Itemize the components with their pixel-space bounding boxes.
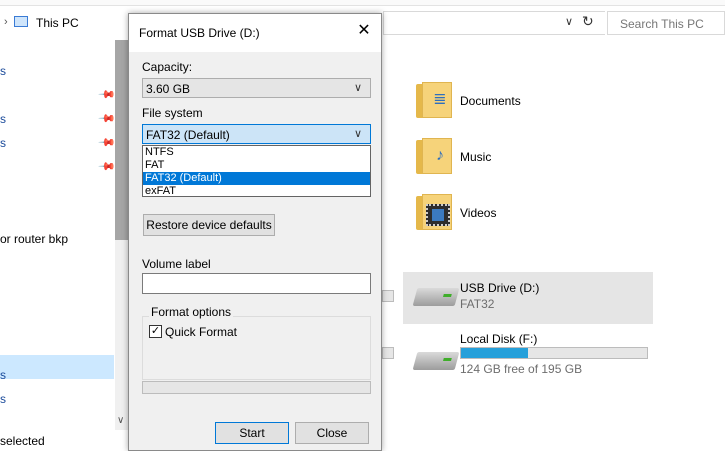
option-fat32[interactable]: FAT32 (Default)	[143, 172, 370, 185]
film-icon	[426, 204, 450, 226]
quick-format-checkbox[interactable]: ✓	[149, 325, 162, 338]
refresh-icon[interactable]: ↻	[582, 13, 594, 30]
chevron-down-icon: ∨	[354, 128, 363, 140]
screen: › This PC ∨ ↻ Search This PC s 📌 s 📌 s 📌…	[0, 0, 725, 451]
capacity-select[interactable]: 3.60 GB ∨	[142, 78, 371, 98]
quick-format-label[interactable]: Quick Format	[165, 325, 237, 339]
folder-label-videos[interactable]: Videos	[460, 206, 496, 220]
folder-label-documents[interactable]: Documents	[460, 94, 521, 108]
scroll-down-icon[interactable]: ∨	[117, 415, 124, 426]
nav-item-fragment[interactable]: s	[0, 112, 6, 126]
restore-defaults-button[interactable]: Restore device defaults	[143, 214, 275, 236]
pin-icon[interactable]: 📌	[97, 157, 116, 176]
pin-icon[interactable]: 📌	[97, 133, 116, 152]
chevron-down-icon[interactable]: ∨	[565, 15, 573, 28]
drive-title: USB Drive (D:)	[460, 281, 540, 295]
search-input[interactable]: Search This PC	[607, 11, 725, 35]
ribbon-strip	[0, 0, 725, 6]
nav-item-fragment[interactable]: s	[0, 136, 6, 150]
nav-item-fragment[interactable]: s	[0, 64, 6, 78]
capacity-value: 3.60 GB	[146, 82, 191, 96]
filesystem-select[interactable]: FAT32 (Default) ∨	[142, 124, 371, 144]
computer-icon	[14, 16, 28, 27]
drive-filesystem: FAT32	[460, 297, 495, 311]
nav-item-fragment[interactable]: s	[0, 368, 6, 382]
start-button[interactable]: Start	[215, 422, 289, 444]
dialog-title: Format USB Drive (D:)	[139, 26, 260, 40]
nav-item-fragment[interactable]: s	[0, 392, 6, 406]
format-dialog: Format USB Drive (D:) ✕ Capacity: 3.60 G…	[128, 13, 382, 451]
volume-label-input[interactable]	[142, 273, 371, 294]
option-exfat[interactable]: exFAT	[143, 185, 370, 198]
documents-folder-icon[interactable]: ≣	[414, 80, 454, 120]
volume-label-label: Volume label	[142, 257, 211, 271]
folder-label-music[interactable]: Music	[460, 150, 491, 164]
nav-item-selected[interactable]	[0, 355, 114, 379]
document-icon: ≣	[433, 91, 447, 108]
status-bar-text: selected	[0, 434, 45, 448]
music-folder-icon[interactable]: ♪	[414, 136, 454, 176]
nav-item-router[interactable]: or router bkp	[0, 232, 68, 246]
filesystem-value: FAT32 (Default)	[146, 128, 230, 142]
drive-bar-fragment	[382, 290, 394, 302]
navigation-pane: s 📌 s 📌 s 📌 📌 or router bkp s s ∨	[0, 40, 128, 451]
videos-folder-icon[interactable]	[414, 192, 454, 232]
drive-free-space: 124 GB free of 195 GB	[460, 362, 583, 376]
drive-usage-bar	[460, 347, 648, 359]
usb-drive-icon	[412, 288, 460, 306]
dialog-titlebar[interactable]: Format USB Drive (D:) ✕	[129, 14, 381, 52]
filesystem-dropdown: NTFS FAT FAT32 (Default) exFAT	[142, 145, 371, 197]
nav-scrollbar[interactable]	[115, 40, 128, 430]
format-options-label: Format options	[149, 305, 234, 319]
option-fat[interactable]: FAT	[143, 159, 370, 172]
option-ntfs[interactable]: NTFS	[143, 146, 370, 159]
hard-drive-icon	[412, 352, 460, 370]
chevron-down-icon: ∨	[354, 82, 363, 94]
pin-icon[interactable]: 📌	[97, 85, 116, 104]
chevron-right-icon[interactable]: ›	[4, 16, 8, 28]
music-note-icon: ♪	[436, 147, 444, 164]
drive-usage-fill	[461, 348, 528, 358]
filesystem-label: File system	[142, 106, 203, 120]
format-progress-bar	[142, 381, 371, 394]
close-button[interactable]: Close	[295, 422, 369, 444]
pin-icon[interactable]: 📌	[97, 109, 116, 128]
search-placeholder: Search This PC	[620, 17, 704, 31]
drive-title: Local Disk (F:)	[460, 332, 538, 346]
drive-usb[interactable]: USB Drive (D:) FAT32	[403, 272, 653, 324]
drive-bar-fragment	[382, 347, 394, 359]
close-icon[interactable]: ✕	[355, 22, 373, 40]
nav-scrollbar-thumb[interactable]	[115, 40, 128, 240]
capacity-label: Capacity:	[142, 60, 193, 74]
address-path[interactable]: This PC	[36, 16, 79, 30]
